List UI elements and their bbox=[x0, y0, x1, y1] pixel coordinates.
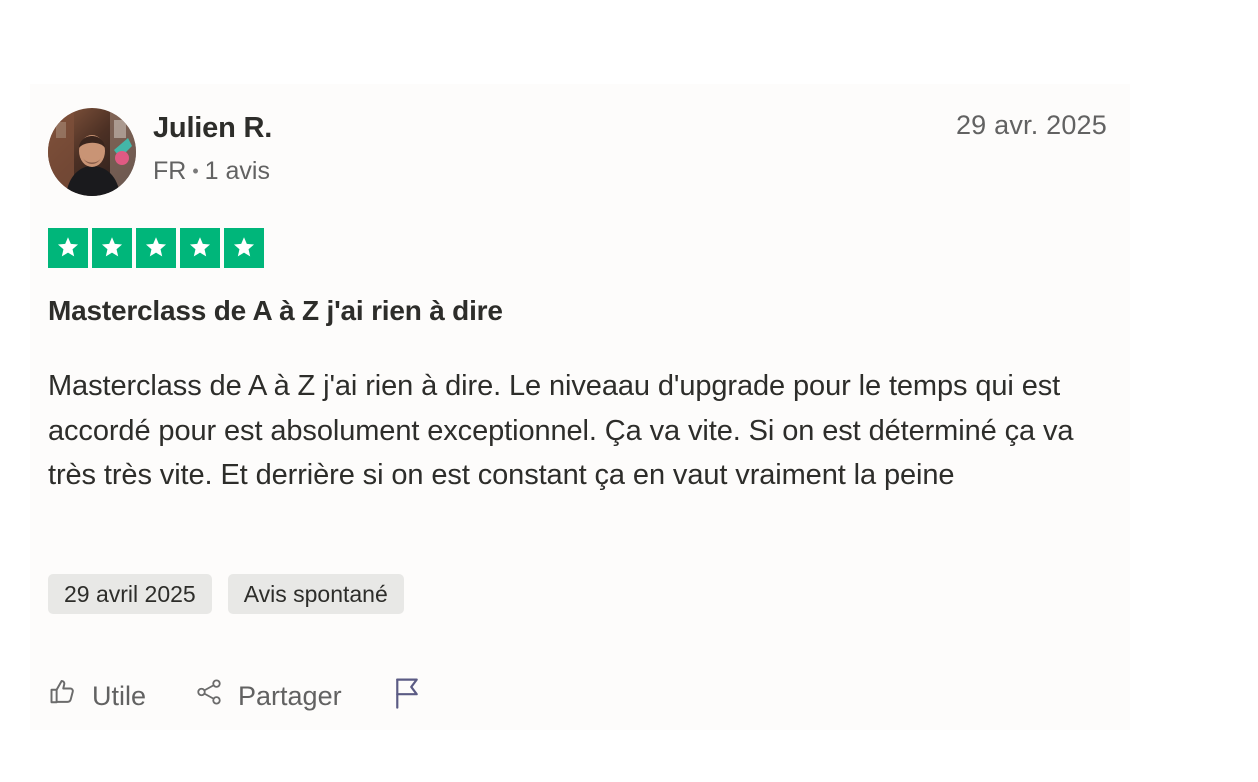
review-title[interactable]: Masterclass de A à Z j'ai rien à dire bbox=[48, 293, 503, 329]
reviewer-name[interactable]: Julien R. bbox=[153, 110, 272, 146]
share-label: Partager bbox=[238, 680, 342, 711]
avatar[interactable] bbox=[48, 108, 136, 196]
report-button[interactable] bbox=[392, 676, 422, 715]
star-icon bbox=[92, 228, 132, 268]
star-icon bbox=[180, 228, 220, 268]
thumbs-up-icon bbox=[48, 677, 78, 714]
reviewer-country: FR bbox=[153, 157, 187, 185]
useful-label: Utile bbox=[92, 680, 147, 711]
useful-button[interactable]: Utile bbox=[48, 677, 146, 714]
star-icon bbox=[224, 228, 264, 268]
reviewer-header: Julien R. FR • 1 avis bbox=[48, 108, 272, 196]
review-source-tag: Avis spontané bbox=[227, 574, 404, 614]
star-icon bbox=[136, 228, 176, 268]
review-actions: Utile Partager bbox=[48, 676, 422, 715]
share-button[interactable]: Partager bbox=[194, 677, 342, 714]
review-date: 29 avr. 2025 bbox=[955, 110, 1107, 140]
review-body: Masterclass de A à Z j'ai rien à dire. L… bbox=[48, 370, 1074, 491]
reviewer-details: FR • 1 avis bbox=[153, 155, 272, 187]
experience-date-tag: 29 avril 2025 bbox=[48, 574, 212, 614]
review-count: 1 avis bbox=[204, 157, 270, 185]
star-icon bbox=[48, 228, 88, 268]
review-tags: 29 avril 2025 Avis spontané bbox=[48, 574, 404, 614]
share-icon bbox=[194, 677, 224, 714]
flag-icon bbox=[392, 676, 422, 715]
separator-dot: • bbox=[192, 161, 199, 181]
reviewer-meta: Julien R. FR • 1 avis bbox=[153, 108, 272, 187]
star-rating bbox=[48, 228, 264, 268]
